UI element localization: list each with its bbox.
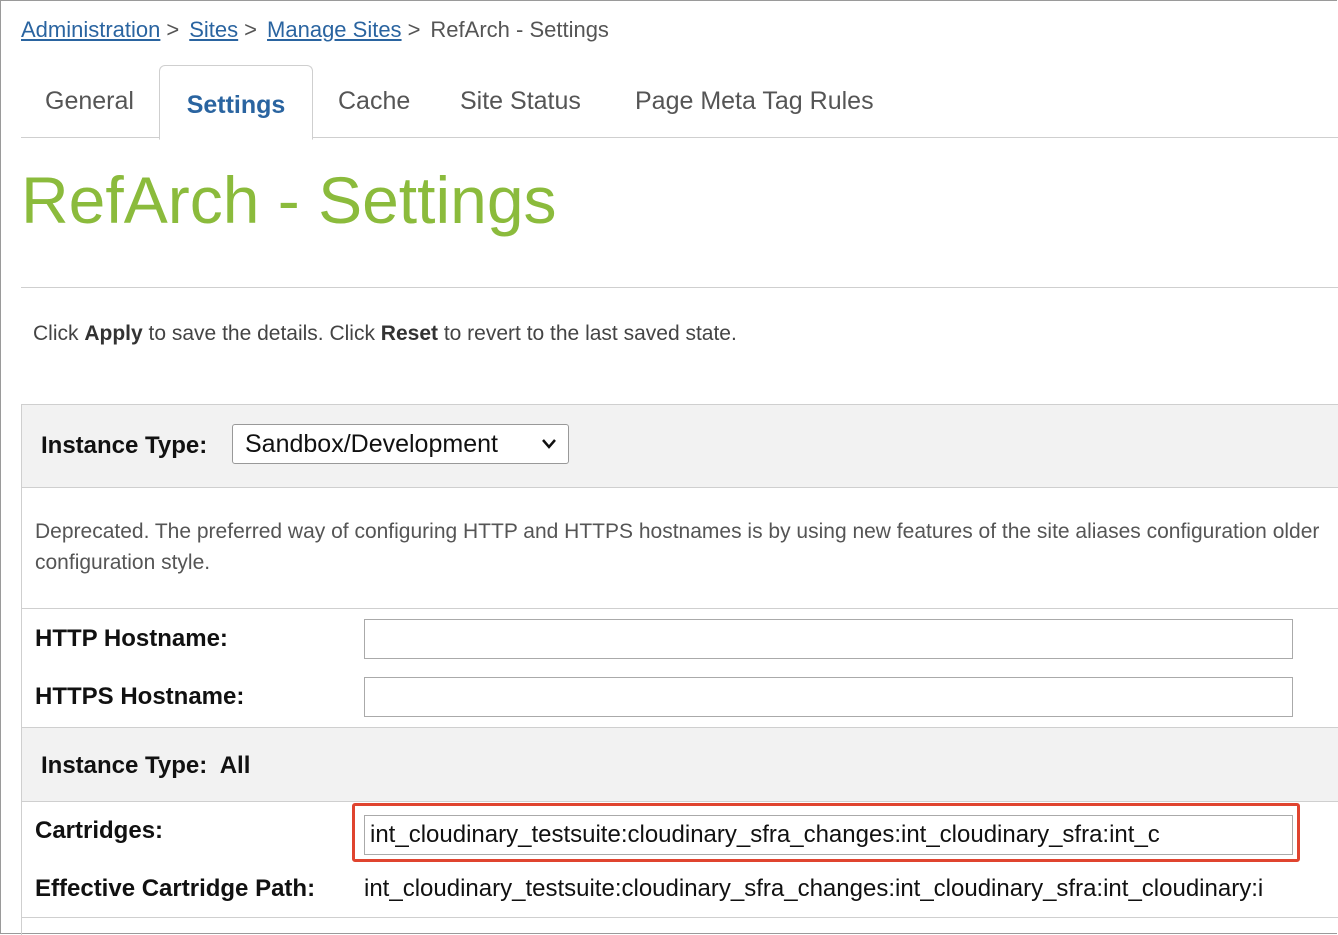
deprecated-note: Deprecated. The preferred way of configu… <box>35 520 1320 574</box>
row-divider <box>22 608 1338 609</box>
cartridges-input[interactable]: int_cloudinary_testsuite:cloudinary_sfra… <box>364 815 1293 855</box>
instructions-part: to revert to the last saved state. <box>438 322 737 345</box>
tab-cache[interactable]: Cache <box>338 65 410 137</box>
instance-type-selected: Sandbox/Development <box>245 430 498 458</box>
effective-cartridge-path-value: int_cloudinary_testsuite:cloudinary_sfra… <box>364 875 1264 902</box>
breadcrumb: Administration > Sites > Manage Sites > RefArc… <box>21 17 609 43</box>
reset-keyword: Reset <box>380 322 438 345</box>
instance-type-row: Instance Type: Sandbox/Development <box>22 405 1338 488</box>
cartridges-label: Cartridges: <box>35 817 164 844</box>
instructions-part: to save the details. Click <box>142 322 381 345</box>
https-hostname-label: HTTPS Hostname: <box>35 683 245 710</box>
instructions-text: Click Apply to save the details. Click R… <box>33 322 737 346</box>
instance-type-all-label-text: Instance Type: <box>41 752 208 779</box>
tab-bar: General Settings Cache Site Status Page … <box>21 65 1338 140</box>
tab-page-meta-tag-rules[interactable]: Page Meta Tag Rules <box>635 65 874 137</box>
breadcrumb-separator: > <box>244 17 258 42</box>
page-title: RefArch - Settings <box>21 163 557 237</box>
http-hostname-input[interactable] <box>364 619 1293 659</box>
instance-type-label: Instance Type: <box>41 432 208 459</box>
effective-cartridge-path-label: Effective Cartridge Path: <box>35 875 316 902</box>
tab-general[interactable]: General <box>45 65 134 137</box>
https-hostname-input[interactable] <box>364 677 1293 717</box>
tab-settings[interactable]: Settings <box>159 65 313 140</box>
breadcrumb-sites[interactable]: Sites <box>189 17 238 42</box>
instance-type-all-value: All <box>219 752 251 779</box>
breadcrumb-administration[interactable]: Administration <box>21 17 160 42</box>
http-hostname-label: HTTP Hostname: <box>35 625 228 652</box>
row-divider <box>22 917 1338 918</box>
breadcrumb-manage-sites[interactable]: Manage Sites <box>267 17 402 42</box>
breadcrumb-current: RefArch - Settings <box>430 17 609 42</box>
chevron-down-icon <box>540 425 558 476</box>
instance-type-all-row: Instance Type: All <box>22 727 1338 802</box>
breadcrumb-separator: > <box>166 17 180 42</box>
breadcrumb-separator: > <box>407 17 421 42</box>
settings-panel: Instance Type: Sandbox/Development Depre… <box>21 404 1338 935</box>
instance-type-select[interactable]: Sandbox/Development <box>232 424 569 464</box>
instructions-part: Click <box>33 322 85 345</box>
apply-keyword: Apply <box>84 322 143 345</box>
tab-site-status[interactable]: Site Status <box>460 65 581 137</box>
instance-type-all-label: Instance Type: All <box>41 752 250 780</box>
divider <box>21 287 1338 288</box>
